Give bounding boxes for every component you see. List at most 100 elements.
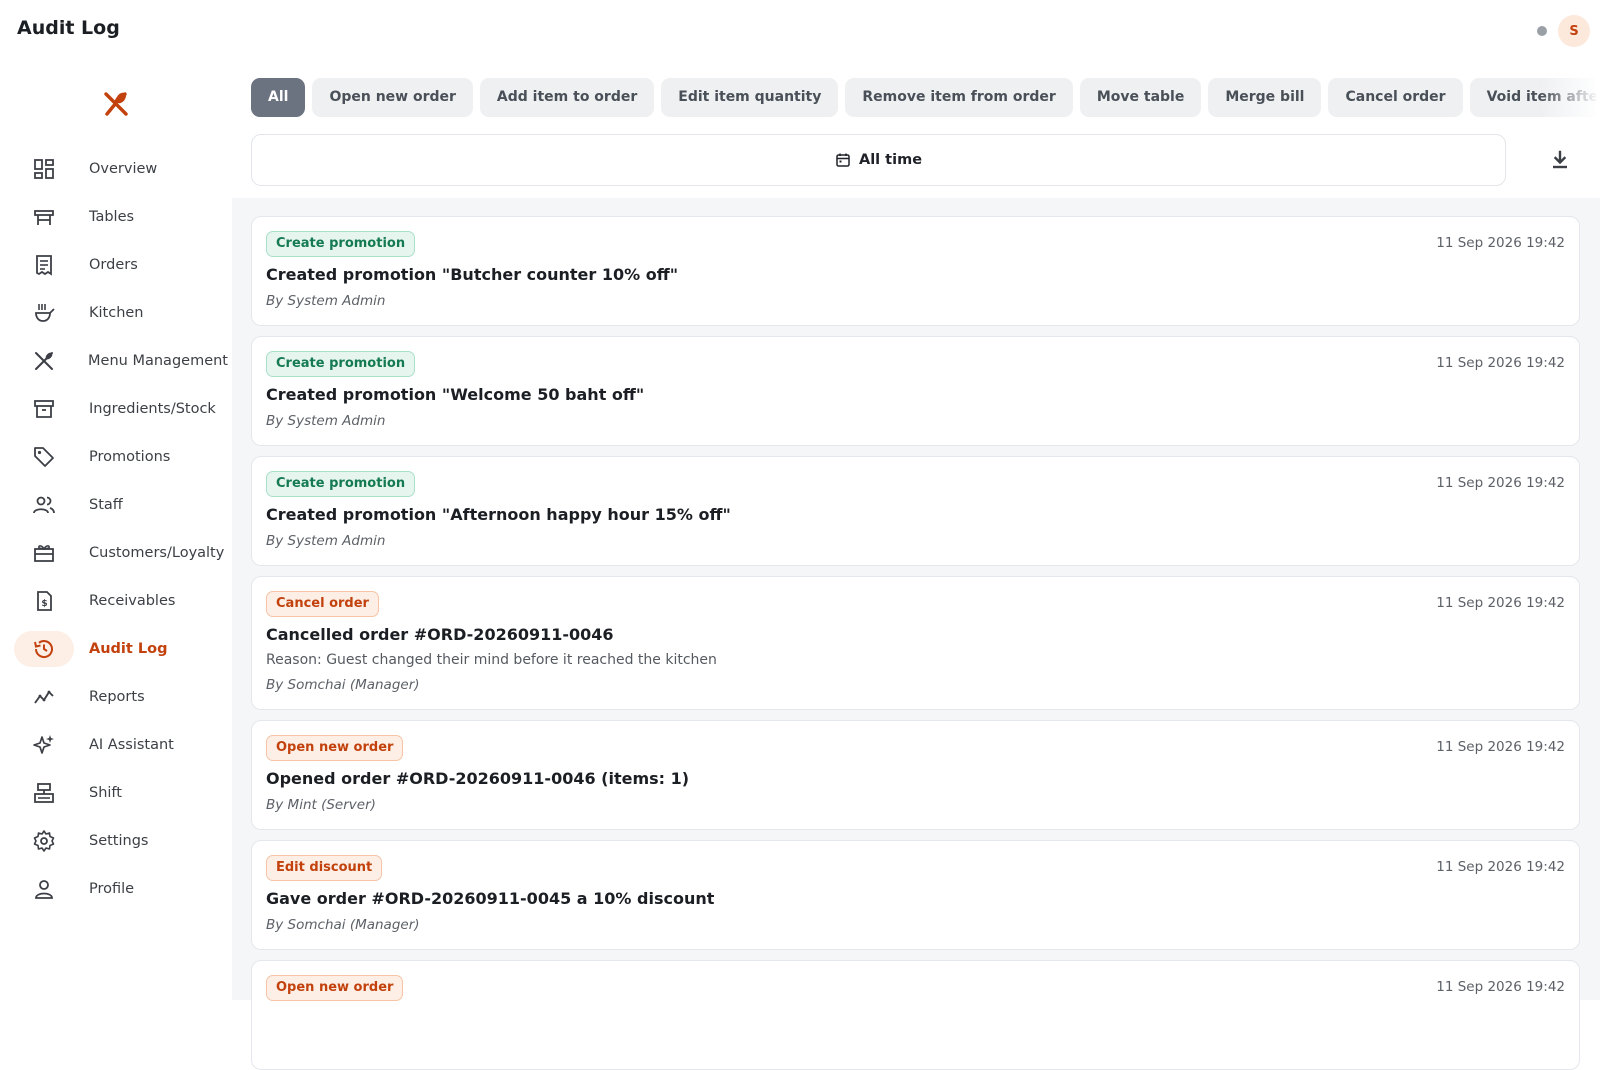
- sidebar-item-label: Tables: [89, 209, 135, 225]
- date-range-button[interactable]: All time: [251, 134, 1506, 186]
- sparkle-icon: [33, 735, 54, 754]
- log-entry[interactable]: Open new order 11 Sep 2026 19:42: [251, 960, 1580, 1070]
- sidebar-item-settings[interactable]: Settings: [14, 823, 228, 859]
- sidebar-item-orders[interactable]: Orders: [14, 247, 228, 283]
- filter-chip-edit-item-quantity[interactable]: Edit item quantity: [661, 78, 839, 117]
- log-timestamp: 11 Sep 2026 19:42: [1436, 979, 1565, 995]
- sidebar-item-label: Shift: [89, 785, 122, 801]
- action-badge: Open new order: [266, 735, 404, 761]
- filter-chip-move-table[interactable]: Move table: [1079, 78, 1202, 117]
- kitchen-icon: [35, 304, 55, 322]
- sidebar-item-label: Ingredients/Stock: [89, 401, 216, 417]
- sidebar-item-label: AI Assistant: [89, 737, 174, 753]
- log-title: Gave order #ORD-20260911-0045 a 10% disc…: [266, 889, 715, 908]
- sidebar-item-menu-management[interactable]: Menu Management: [14, 343, 228, 379]
- sidebar-item-ingredients-stock[interactable]: Ingredients/Stock: [14, 391, 228, 427]
- connection-status-dot: [1537, 26, 1547, 36]
- sidebar-item-profile[interactable]: Profile: [14, 871, 228, 907]
- sidebar-item-label: Overview: [89, 161, 158, 177]
- calendar-icon: [836, 153, 850, 167]
- log-timestamp: 11 Sep 2026 19:42: [1436, 595, 1565, 611]
- sidebar-item-label: Menu Management: [88, 353, 228, 369]
- log-entry[interactable]: Create promotion 11 Sep 2026 19:42 Created…: [251, 456, 1580, 566]
- action-badge: Create promotion: [266, 351, 416, 377]
- filter-toolbar: All Open new order Add item to order Edit i…: [232, 62, 1600, 198]
- filter-chip-add-item-to-order[interactable]: Add item to order: [479, 78, 655, 117]
- sidebar-item-label: Profile: [89, 881, 135, 897]
- tag-icon: [34, 447, 54, 467]
- filter-chip-open-new-order[interactable]: Open new order: [312, 78, 473, 117]
- sidebar-item-overview[interactable]: Overview: [14, 151, 228, 187]
- archive-box-icon: [34, 400, 54, 418]
- filter-chip-void-item-after-cooking[interactable]: Void item after cooking: [1469, 78, 1596, 117]
- log-entry[interactable]: Open new order 11 Sep 2026 19:42 Opened or…: [251, 720, 1580, 830]
- sidebar-item-label: Settings: [89, 833, 149, 849]
- date-range-label: All time: [858, 152, 923, 168]
- log-actor: By Mint (Server): [266, 797, 376, 813]
- gift-card-icon: [34, 545, 54, 562]
- download-icon: [1553, 150, 1567, 169]
- sidebar-item-label: Staff: [89, 497, 123, 513]
- sidebar-item-audit-log[interactable]: Audit Log: [14, 631, 228, 667]
- action-badge: Create promotion: [266, 231, 416, 257]
- log-timestamp: 11 Sep 2026 19:42: [1436, 739, 1565, 755]
- log-actor: By Somchai (Manager): [266, 677, 420, 693]
- user-avatar[interactable]: S: [1558, 15, 1590, 47]
- sidebar-item-staff[interactable]: Staff: [14, 487, 228, 523]
- log-timestamp: 11 Sep 2026 19:42: [1436, 355, 1565, 371]
- sidebar-item-label: Reports: [89, 689, 145, 705]
- filter-chip-remove-item-from-order[interactable]: Remove item from order: [845, 78, 1073, 117]
- trend-chart-icon: [34, 690, 54, 704]
- top-bar: Audit Log S: [0, 0, 1600, 62]
- log-actor: By System Admin: [266, 293, 386, 309]
- action-badge: Create promotion: [266, 471, 416, 497]
- cash-register-icon: [34, 783, 54, 803]
- gear-icon: [33, 830, 55, 852]
- sidebar-item-label: Orders: [89, 257, 138, 273]
- filter-chip-merge-bill[interactable]: Merge bill: [1208, 78, 1322, 117]
- sidebar-item-label: Promotions: [89, 449, 171, 465]
- sidebar-item-label: Kitchen: [89, 305, 144, 321]
- log-actor: By System Admin: [266, 533, 386, 549]
- sidebar-item-reports[interactable]: Reports: [14, 679, 228, 715]
- sidebar-item-customers-loyalty[interactable]: Customers/Loyalty: [14, 535, 228, 571]
- log-title: Created promotion "Welcome 50 baht off": [266, 385, 645, 404]
- log-timestamp: 11 Sep 2026 19:42: [1436, 235, 1565, 251]
- sidebar-item-tables[interactable]: Tables: [14, 199, 228, 235]
- table-icon: [34, 210, 54, 225]
- log-entry[interactable]: Create promotion 11 Sep 2026 19:42 Created…: [251, 336, 1580, 446]
- history-icon: [34, 640, 53, 658]
- utensils-icon: [34, 352, 53, 370]
- sidebar-item-label: Receivables: [89, 593, 176, 609]
- action-badge: Cancel order: [266, 591, 379, 617]
- log-title: Opened order #ORD-20260911-0046 (items: …: [266, 769, 690, 788]
- sidebar-item-promotions[interactable]: Promotions: [14, 439, 228, 475]
- sidebar-item-shift[interactable]: Shift: [14, 775, 228, 811]
- log-title: Created promotion "Butcher counter 10% o…: [266, 265, 679, 284]
- svg-text:$: $: [41, 599, 47, 609]
- log-title: Cancelled order #ORD-20260911-0046: [266, 625, 614, 644]
- action-badge: Open new order: [266, 975, 404, 1001]
- person-icon: [35, 880, 53, 899]
- sidebar-item-receivables[interactable]: $ Receivables: [14, 583, 228, 619]
- log-entry[interactable]: Cancel order 11 Sep 2026 19:42 Cancelled o…: [251, 576, 1580, 710]
- dashboard-icon: [34, 159, 54, 179]
- sidebar-item-kitchen[interactable]: Kitchen: [14, 295, 228, 331]
- sidebar-item-ai-assistant[interactable]: AI Assistant: [14, 727, 228, 763]
- log-actor: By Somchai (Manager): [266, 917, 420, 933]
- action-filter-chips: All Open new order Add item to order Edit i…: [251, 78, 1596, 118]
- people-icon: [33, 496, 55, 514]
- sidebar: Overview Tables Orders Kitchen Menu Manageme…: [0, 62, 232, 1000]
- log-reason: Reason: Guest changed their mind before …: [266, 652, 717, 668]
- log-entry[interactable]: Create promotion 11 Sep 2026 19:42 Created…: [251, 216, 1580, 326]
- download-button[interactable]: [1544, 144, 1576, 176]
- receipt-icon: [36, 255, 52, 276]
- filter-chip-cancel-order[interactable]: Cancel order: [1328, 78, 1463, 117]
- action-badge: Edit discount: [266, 855, 383, 881]
- log-entry[interactable]: Edit discount 11 Sep 2026 19:42 Gave order…: [251, 840, 1580, 950]
- sidebar-item-label: Customers/Loyalty: [89, 545, 225, 561]
- log-actor: By System Admin: [266, 413, 386, 429]
- log-timestamp: 11 Sep 2026 19:42: [1436, 475, 1565, 491]
- sidebar-item-label: Audit Log: [89, 641, 168, 657]
- filter-chip-all[interactable]: All: [251, 78, 306, 117]
